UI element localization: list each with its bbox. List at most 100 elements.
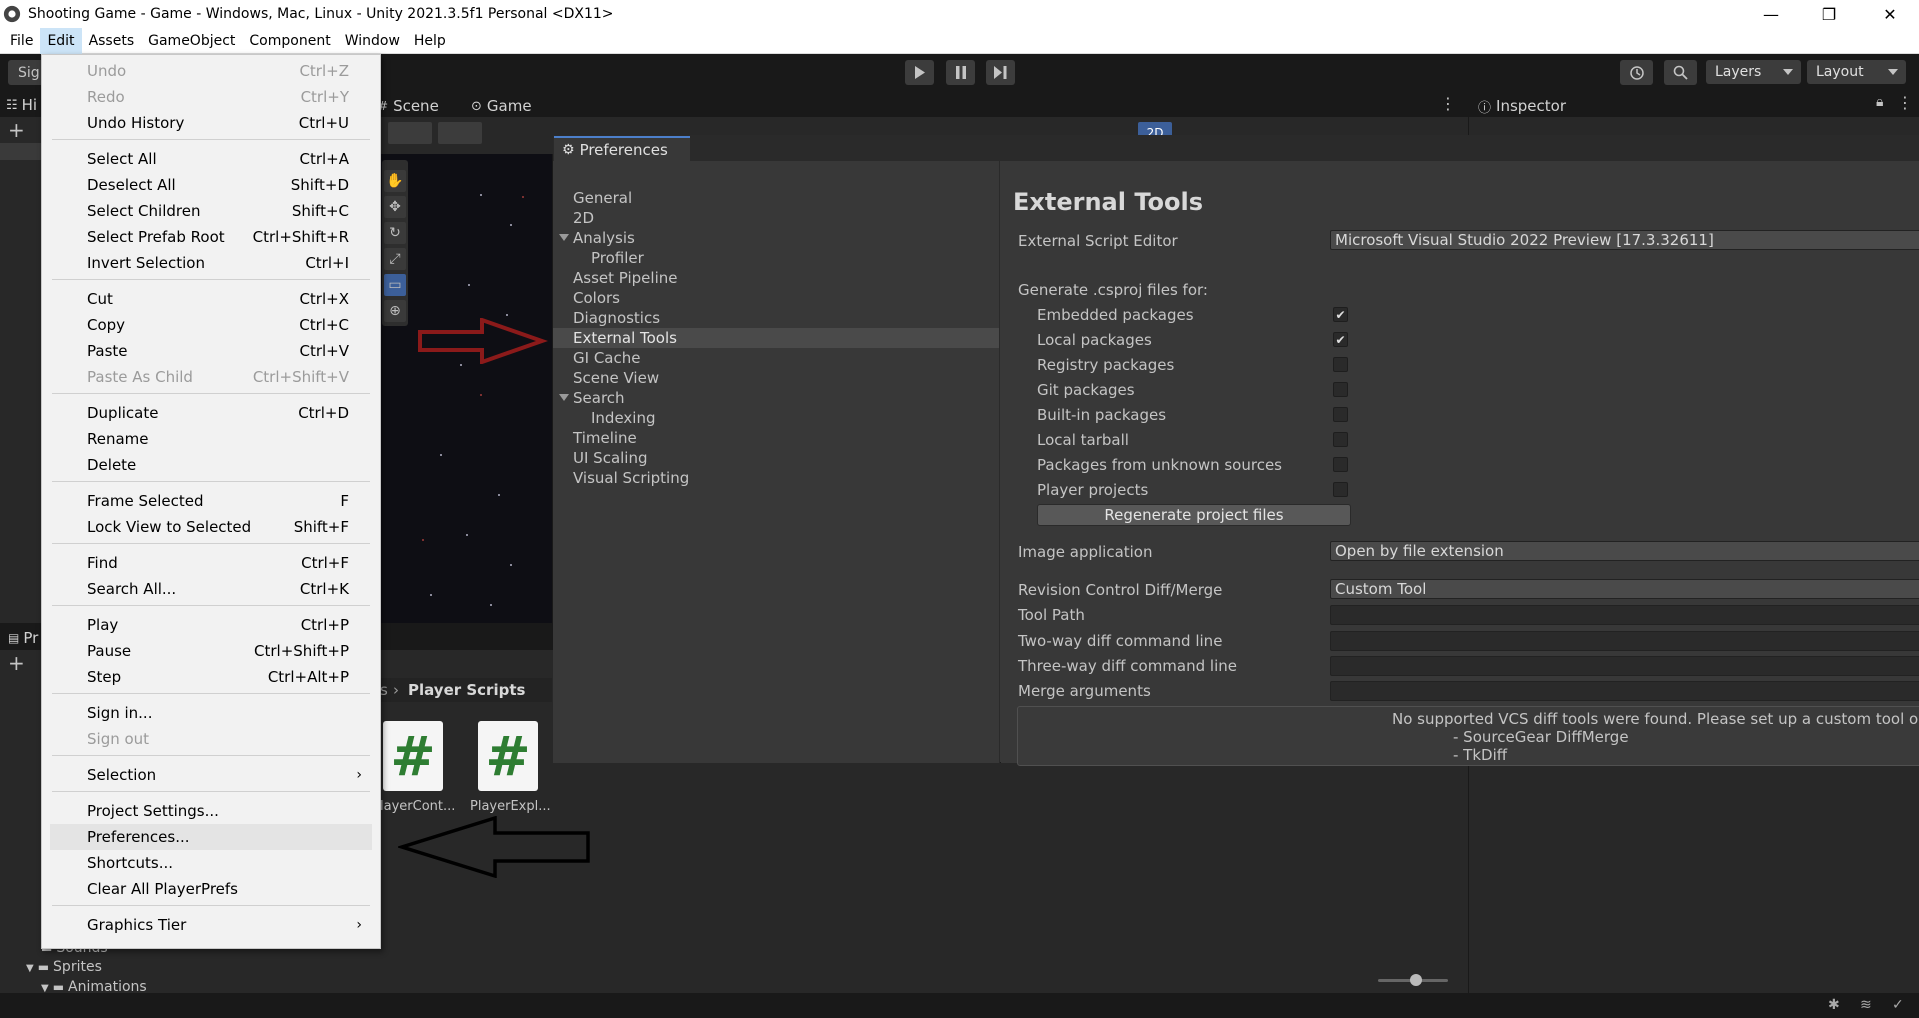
menu-item-lock-view[interactable]: Lock View to Selected Shift+F bbox=[50, 514, 372, 540]
pref-nav-external-tools[interactable]: External Tools bbox=[553, 328, 999, 348]
registry-packages-checkbox[interactable] bbox=[1333, 357, 1348, 372]
play-button[interactable] bbox=[905, 60, 934, 85]
menu-item-selection[interactable]: Selection › bbox=[50, 762, 372, 788]
layout-dropdown[interactable]: Layout bbox=[1807, 60, 1906, 84]
pref-nav-analysis[interactable]: Analysis bbox=[553, 228, 999, 248]
tool-path-field[interactable] bbox=[1330, 605, 1919, 625]
draw-mode-dropdown[interactable] bbox=[388, 122, 432, 144]
pref-nav-profiler[interactable]: Profiler bbox=[553, 248, 999, 268]
external-script-editor-dropdown[interactable]: Microsoft Visual Studio 2022 Preview [17… bbox=[1330, 230, 1919, 250]
menu-assets[interactable]: Assets bbox=[82, 28, 142, 54]
minimize-button[interactable]: — bbox=[1742, 0, 1800, 28]
pref-nav-general[interactable]: General bbox=[553, 188, 999, 208]
menu-item-project-settings[interactable]: Project Settings... bbox=[50, 798, 372, 824]
menu-edit[interactable]: Edit bbox=[40, 27, 82, 54]
pref-nav-visual-scripting[interactable]: Visual Scripting bbox=[553, 468, 999, 488]
menu-item-preferences[interactable]: Preferences... bbox=[50, 824, 372, 850]
menu-item-invert-selection[interactable]: Invert Selection Ctrl+I bbox=[50, 250, 372, 276]
render-mode-dropdown[interactable] bbox=[438, 122, 482, 144]
menu-item-select-children[interactable]: Select Children Shift+C bbox=[50, 198, 372, 224]
menu-item-delete[interactable]: Delete bbox=[50, 452, 372, 478]
menu-item-shortcuts[interactable]: Shortcuts... bbox=[50, 850, 372, 876]
vcs-diff-merge-dropdown[interactable]: Custom Tool bbox=[1330, 579, 1919, 599]
menu-item-pause[interactable]: Pause Ctrl+Shift+P bbox=[50, 638, 372, 664]
hand-tool-icon[interactable]: ✋ bbox=[384, 170, 406, 192]
add-object-button[interactable]: + bbox=[8, 118, 25, 142]
rotate-tool-icon[interactable]: ↻ bbox=[384, 222, 406, 244]
foldout-arrow-icon[interactable] bbox=[559, 234, 569, 241]
menu-file[interactable]: File bbox=[3, 28, 40, 54]
pref-nav-indexing[interactable]: Indexing bbox=[553, 408, 999, 428]
menu-item-graphics-tier[interactable]: Graphics Tier › bbox=[50, 912, 372, 938]
more-options-icon[interactable]: ⋮ bbox=[1440, 94, 1456, 113]
pref-nav-diagnostics[interactable]: Diagnostics bbox=[553, 308, 999, 328]
two-way-diff-field[interactable] bbox=[1330, 631, 1919, 651]
menu-item-select-all[interactable]: Select All Ctrl+A bbox=[50, 146, 372, 172]
close-button[interactable]: ✕ bbox=[1861, 0, 1919, 28]
pref-nav-asset-pipeline[interactable]: Asset Pipeline bbox=[553, 268, 999, 288]
pref-nav-timeline[interactable]: Timeline bbox=[553, 428, 999, 448]
menu-gameobject[interactable]: GameObject bbox=[141, 28, 242, 54]
menu-item-clear-playerprefs[interactable]: Clear All PlayerPrefs bbox=[50, 876, 372, 902]
create-asset-button[interactable]: + bbox=[8, 651, 25, 675]
pref-nav-ui-scaling[interactable]: UI Scaling bbox=[553, 448, 999, 468]
menu-item-copy[interactable]: Copy Ctrl+C bbox=[50, 312, 372, 338]
git-packages-checkbox[interactable] bbox=[1333, 382, 1348, 397]
pref-nav-2d[interactable]: 2D bbox=[553, 208, 999, 228]
menu-item-sign-in[interactable]: Sign in... bbox=[50, 700, 372, 726]
layers-dropdown[interactable]: Layers bbox=[1706, 60, 1801, 84]
rect-tool-icon[interactable]: ▭ bbox=[384, 274, 406, 296]
csharp-script-icon[interactable]: # bbox=[383, 721, 443, 791]
menu-help[interactable]: Help bbox=[407, 28, 453, 54]
history-button[interactable] bbox=[1620, 60, 1653, 85]
tab-game[interactable]: ⊙ Game bbox=[471, 95, 532, 117]
tree-item-sprites[interactable]: ▼ ▬ Sprites bbox=[26, 959, 102, 975]
menu-window[interactable]: Window bbox=[338, 28, 407, 54]
menu-item-rename[interactable]: Rename bbox=[50, 426, 372, 452]
menu-item-search-all[interactable]: Search All... Ctrl+K bbox=[50, 576, 372, 602]
merge-arguments-field[interactable] bbox=[1330, 681, 1919, 701]
breadcrumb-prev[interactable]: s bbox=[380, 681, 388, 699]
tab-scene[interactable]: # Scene bbox=[378, 95, 439, 117]
zoom-slider-handle[interactable] bbox=[1410, 974, 1422, 986]
tab-project[interactable]: ▤ Pr bbox=[8, 627, 38, 649]
menu-item-find[interactable]: Find Ctrl+F bbox=[50, 550, 372, 576]
menu-component[interactable]: Component bbox=[242, 28, 337, 54]
menu-item-undo-history[interactable]: Undo History Ctrl+U bbox=[50, 110, 372, 136]
menu-item-redo[interactable]: Redo Ctrl+Y bbox=[50, 84, 372, 110]
more-options-icon[interactable]: ⋮ bbox=[1897, 93, 1913, 112]
move-tool-icon[interactable]: ✥ bbox=[384, 196, 406, 218]
menu-item-paste-as-child[interactable]: Paste As Child Ctrl+Shift+V bbox=[50, 364, 372, 390]
check-circle-icon[interactable]: ✓ bbox=[1892, 997, 1904, 1013]
embedded-packages-checkbox[interactable]: ✔ bbox=[1333, 307, 1348, 322]
csharp-script-icon[interactable]: # bbox=[478, 721, 538, 791]
menu-item-step[interactable]: Step Ctrl+Alt+P bbox=[50, 664, 372, 690]
scale-tool-icon[interactable]: ⤢ bbox=[384, 248, 406, 270]
image-application-dropdown[interactable]: Open by file extension bbox=[1330, 541, 1919, 561]
menu-item-cut[interactable]: Cut Ctrl+X bbox=[50, 286, 372, 312]
maximize-button[interactable]: ❐ bbox=[1800, 0, 1858, 28]
pref-nav-search[interactable]: Search bbox=[553, 388, 999, 408]
transform-tool-icon[interactable]: ⊕ bbox=[384, 300, 406, 322]
search-button[interactable] bbox=[1664, 60, 1697, 85]
tab-inspector[interactable]: ⓘ Inspector bbox=[1478, 95, 1566, 117]
pref-nav-colors[interactable]: Colors bbox=[553, 288, 999, 308]
lock-icon[interactable]: 🔒︎ bbox=[1876, 94, 1883, 110]
pref-nav-scene-view[interactable]: Scene View bbox=[553, 368, 999, 388]
three-way-diff-field[interactable] bbox=[1330, 656, 1919, 676]
unknown-sources-checkbox[interactable] bbox=[1333, 457, 1348, 472]
menu-item-frame-selected[interactable]: Frame Selected F bbox=[50, 488, 372, 514]
foldout-arrow-icon[interactable] bbox=[559, 394, 569, 401]
menu-item-duplicate[interactable]: Duplicate Ctrl+D bbox=[50, 400, 372, 426]
tab-preferences[interactable]: ⚙ Preferences bbox=[554, 136, 690, 161]
player-projects-checkbox[interactable] bbox=[1333, 482, 1348, 497]
bug-icon[interactable]: ✱ bbox=[1828, 997, 1840, 1013]
menu-item-play[interactable]: Play Ctrl+P bbox=[50, 612, 372, 638]
local-tarball-checkbox[interactable] bbox=[1333, 432, 1348, 447]
menu-item-deselect-all[interactable]: Deselect All Shift+D bbox=[50, 172, 372, 198]
tab-hierarchy[interactable]: ☷ Hi bbox=[6, 94, 37, 116]
pause-button[interactable] bbox=[946, 60, 975, 85]
pref-nav-gi-cache[interactable]: GI Cache bbox=[553, 348, 999, 368]
regenerate-project-files-button[interactable]: Regenerate project files bbox=[1037, 504, 1351, 526]
menu-item-paste[interactable]: Paste Ctrl+V bbox=[50, 338, 372, 364]
